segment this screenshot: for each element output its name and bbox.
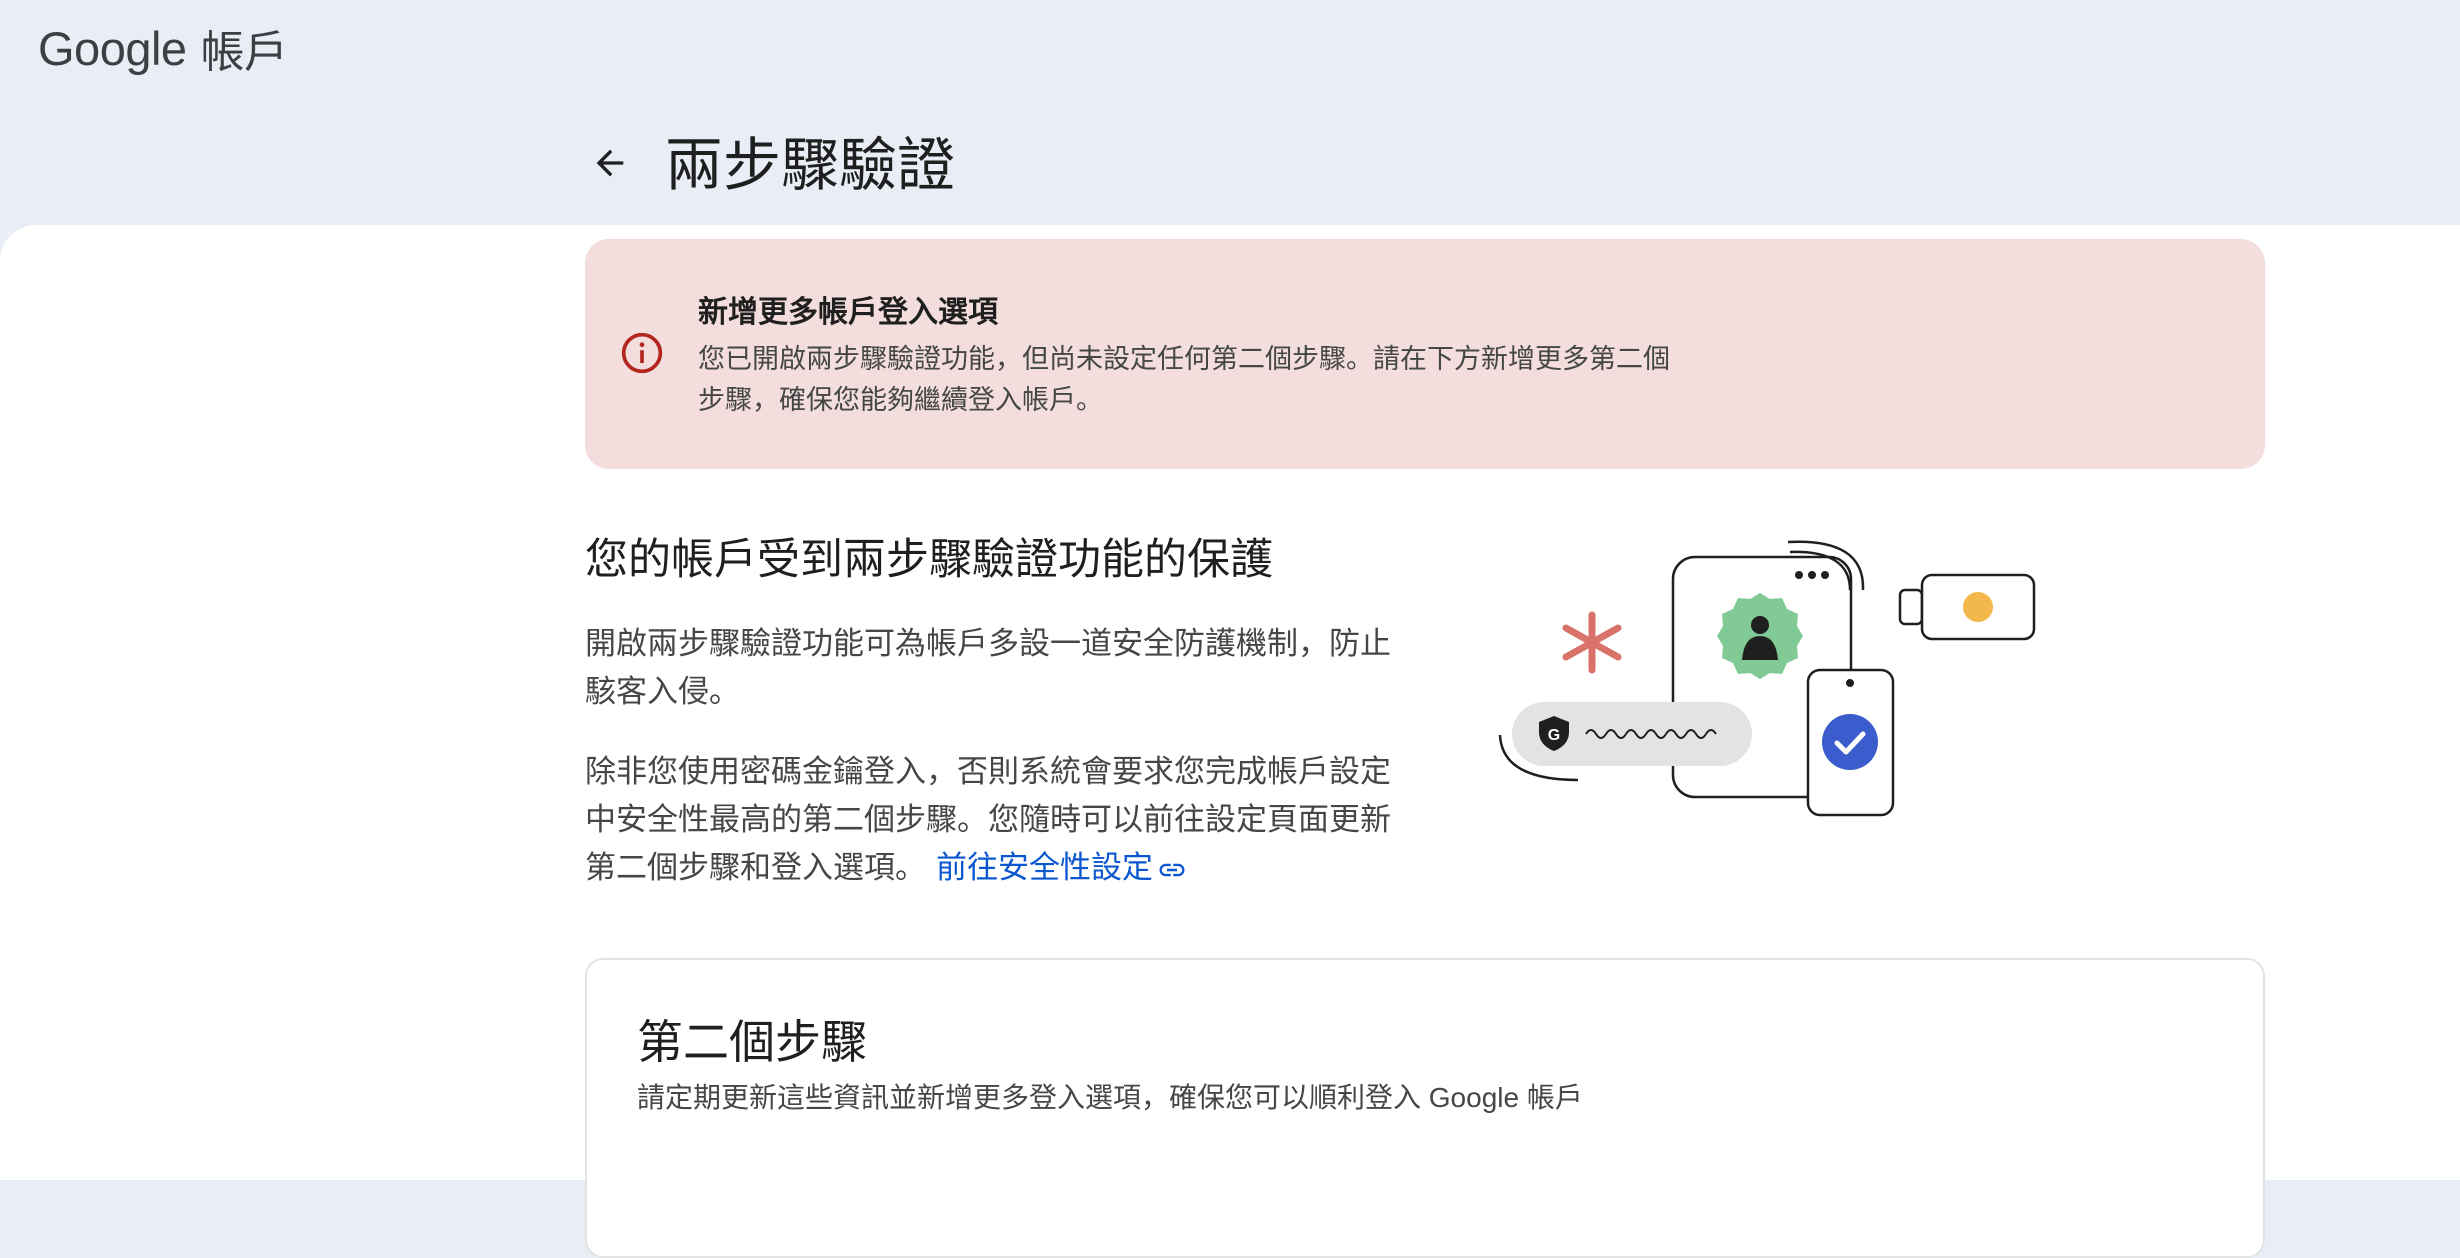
second-steps-title: 第二個步驟 <box>637 1016 867 1068</box>
protection-heading: 您的帳戶受到兩步驟驗證功能的保護 <box>585 536 1273 584</box>
second-steps-subtitle: 請定期更新這些資訊並新增更多登入選項，確保您可以順利登入 Google 帳戶 <box>637 1082 1583 1113</box>
back-button[interactable] <box>575 128 645 198</box>
intro-paragraph-2: 除非您使用密碼金鑰登入，否則系統會要求您完成帳戶設定中安全性最高的第二個步驟。您… <box>585 748 1395 892</box>
security-settings-link[interactable]: 前往安全性設定 <box>936 850 1187 885</box>
page-title: 兩步驟驗證 <box>665 133 956 198</box>
google-account-logo[interactable]: Google 帳戶 <box>38 18 288 78</box>
arrow-back-icon <box>596 149 624 177</box>
link-icon <box>1159 863 1185 877</box>
security-settings-link-label: 前往安全性設定 <box>936 850 1153 885</box>
google-wordmark: Google <box>38 21 187 75</box>
check-badge-icon <box>1822 714 1878 770</box>
second-steps-card: 第二個步驟 請定期更新這些資訊並新增更多登入選項，確保您可以順利登入 Googl… <box>585 958 2265 1258</box>
top-header: Google 帳戶 兩步驟驗證 <box>0 0 2460 225</box>
alert-title: 新增更多帳戶登入選項 <box>698 296 998 329</box>
svg-text:G: G <box>1548 727 1560 744</box>
alert-banner: 新增更多帳戶登入選項 您已開啟兩步驟驗證功能，但尚未設定任何第二個步驟。請在下方… <box>585 239 2265 469</box>
asterisk-icon <box>1562 611 1622 674</box>
two-step-illustration: G <box>1498 540 2036 817</box>
intro-paragraph-1: 開啟兩步驟驗證功能可為帳戶多設一道安全防護機制，防止駭客入侵。 <box>585 626 1391 709</box>
alert-body: 您已開啟兩步驟驗證功能，但尚未設定任何第二個步驟。請在下方新增更多第二個步驟，確… <box>698 344 1670 415</box>
info-icon <box>621 332 663 374</box>
security-key-icon <box>1898 573 2036 641</box>
account-product-name: 帳戶 <box>200 28 289 77</box>
